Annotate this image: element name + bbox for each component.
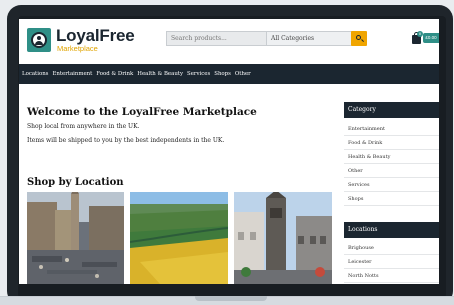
shop-by-location-title: Shop by Location [27,177,124,188]
category-item-food-drink[interactable]: Food & Drink [344,136,439,150]
main-nav: Locations Entertainment Food & Drink Hea… [19,64,439,84]
category-item-shops[interactable]: Shops [344,192,439,206]
aerial-fields-picture [130,192,228,284]
nav-item-health-beauty[interactable]: Health & Beauty [137,71,183,77]
locations-heading: Locations [344,222,439,238]
category-item-services[interactable]: Services [344,178,439,192]
nav-item-services[interactable]: Services [187,71,210,77]
intro-paragraph-2: Items will be shipped to you by the best… [27,137,225,144]
category-select[interactable]: All Categories ⇕ [267,32,363,45]
category-item-entertainment[interactable]: Entertainment [344,122,439,136]
location-image-2[interactable] [130,192,228,284]
search-button[interactable] [351,31,367,46]
laptop-screen: LoyalFree Marketplace All Categories ⇕ 0… [19,19,439,284]
nav-item-food-drink[interactable]: Food & Drink [96,71,133,77]
nav-item-shops[interactable]: Shops [214,71,231,77]
category-item-health-beauty[interactable]: Health & Beauty [344,150,439,164]
location-image-3[interactable] [234,192,332,284]
location-item-brighouse[interactable]: Brighouse [344,241,439,255]
intro-paragraph-1: Shop local from anywhere in the UK. [27,123,140,130]
site-header: LoyalFree Marketplace All Categories ⇕ 0… [19,19,439,64]
location-item-leicester[interactable]: Leicester [344,255,439,269]
clock-tower-picture [234,192,332,284]
logo-name[interactable]: LoyalFree [56,26,135,46]
welcome-title: Welcome to the LoyalFree Marketplace [27,106,257,118]
location-image-1[interactable] [27,192,124,284]
category-item-other[interactable]: Other [344,164,439,178]
nav-item-other[interactable]: Other [235,71,251,77]
category-heading: Category [344,102,439,118]
laptop-base-notch [195,296,267,301]
logo-subtitle: Marketplace [57,44,98,53]
search-bar: All Categories ⇕ [166,31,364,46]
nav-item-entertainment[interactable]: Entertainment [52,71,92,77]
cart-button[interactable]: 0 [411,31,423,45]
search-icon [356,35,361,40]
category-select-value: All Categories [271,35,315,42]
nav-item-locations[interactable]: Locations [22,71,48,77]
town-tower-picture [27,192,124,284]
cart-total[interactable]: £0.00 [423,33,439,43]
logo-icon[interactable] [27,28,51,52]
location-item-north-notts[interactable]: North Notts [344,269,439,283]
search-input[interactable] [167,32,267,45]
